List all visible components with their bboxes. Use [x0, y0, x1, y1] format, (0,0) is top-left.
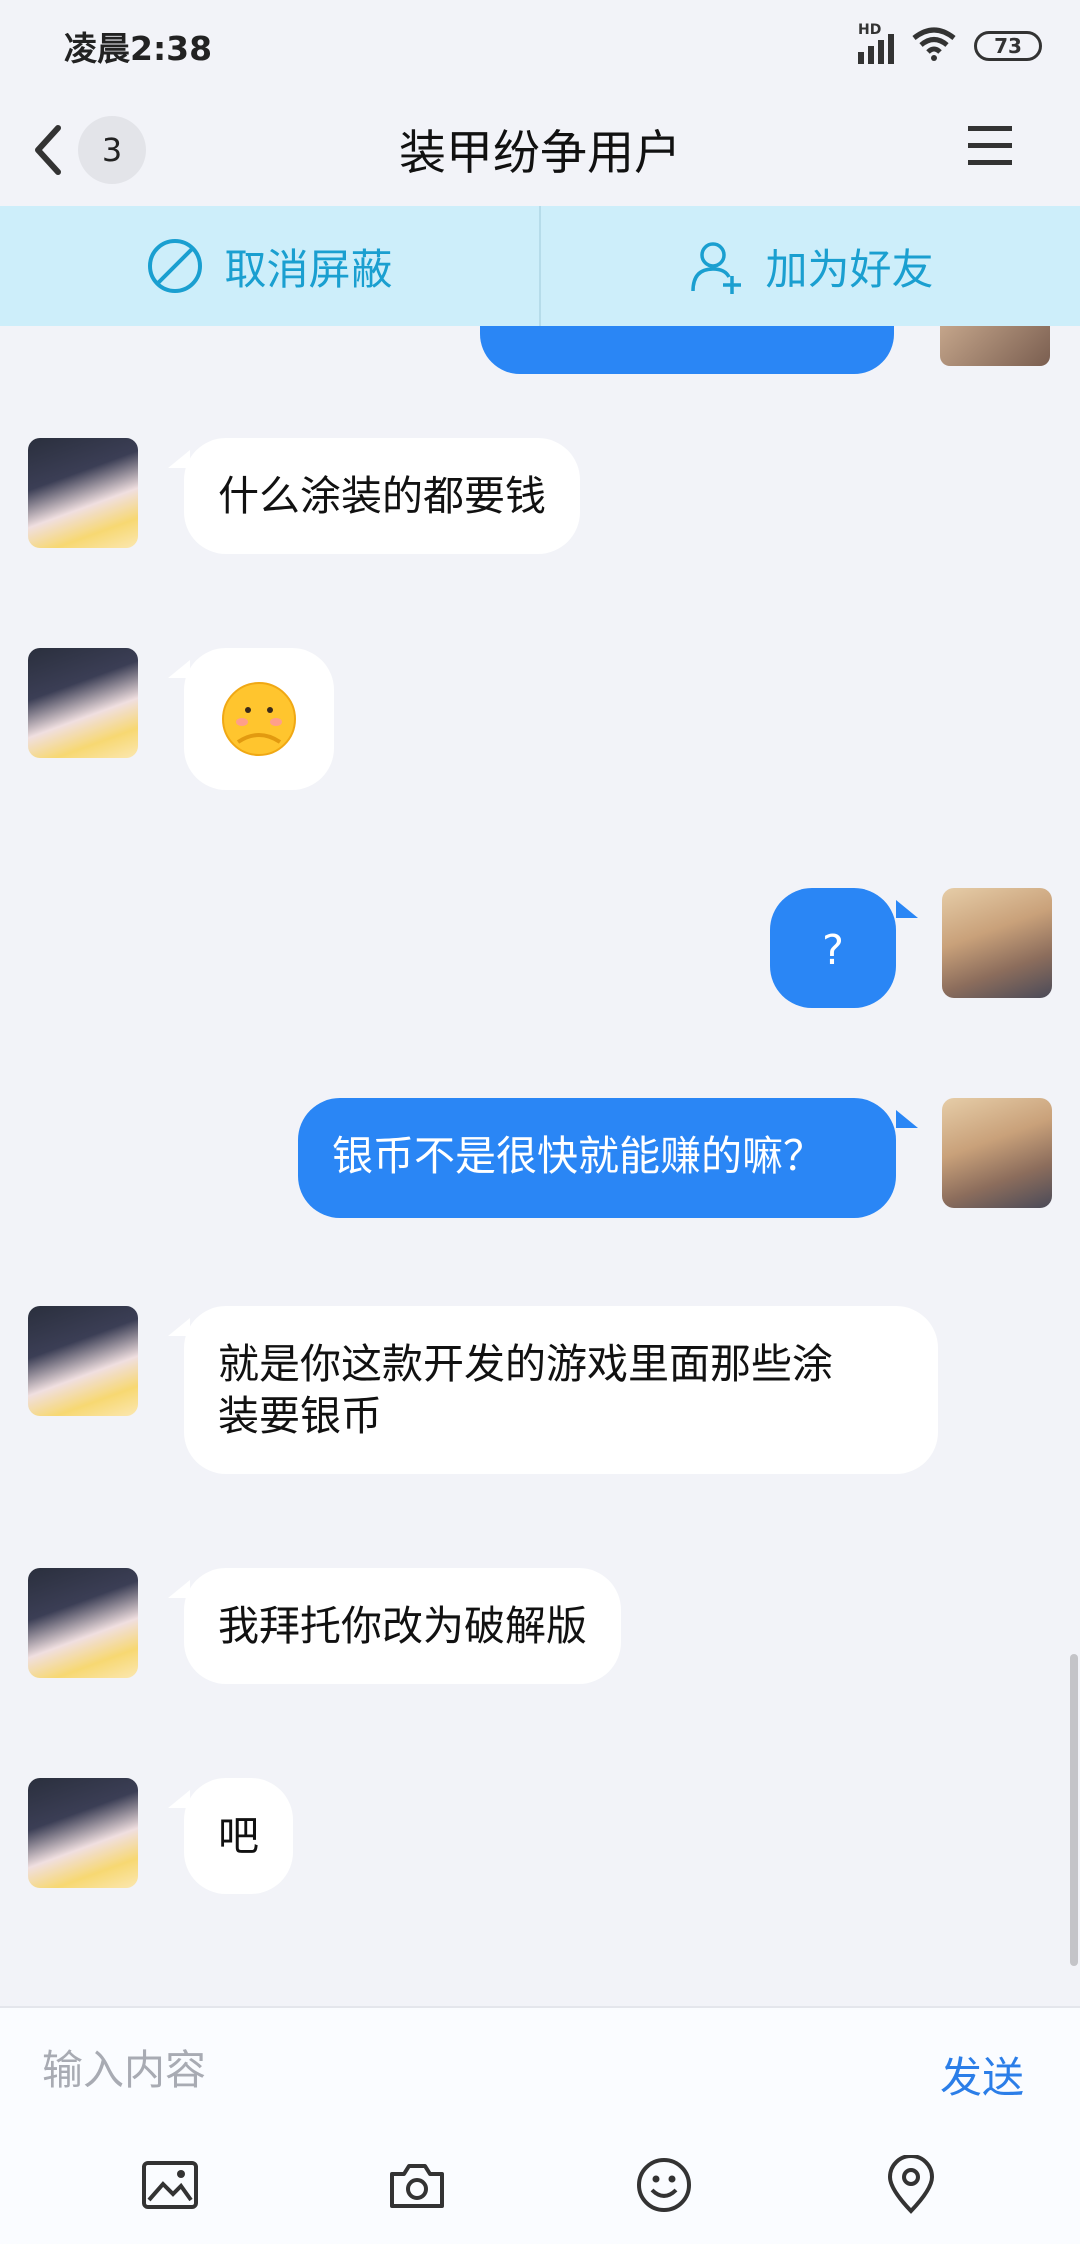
status-bar: 凌晨2:38 HD 73	[0, 0, 1080, 92]
message-text: 我拜托你改为破解版	[218, 1602, 587, 1650]
hd-label: HD	[858, 22, 882, 38]
avatar[interactable]	[28, 1778, 138, 1888]
location-button[interactable]	[881, 2155, 941, 2215]
message-text: 什么涂装的都要钱	[218, 472, 546, 520]
shy-face-emoji-icon	[222, 682, 296, 756]
message-text-line: 就是你这款开发的游戏里面那些涂	[218, 1340, 833, 1388]
scrollbar[interactable]	[1070, 1654, 1078, 1966]
message-bubble[interactable]: 就是你这款开发的游戏里面那些涂 装要银币	[184, 1306, 938, 1474]
status-time: 凌晨2:38	[64, 29, 213, 68]
message-text: 银币不是很快就能赚的嘛？	[332, 1132, 824, 1180]
add-friend-icon	[691, 242, 742, 294]
unblock-icon	[148, 239, 203, 293]
message-text: ?	[822, 926, 844, 974]
image-button[interactable]	[140, 2155, 200, 2215]
message-text-line: 装要银币	[218, 1392, 382, 1440]
camera-button[interactable]	[387, 2155, 447, 2215]
bubble-tail	[896, 1110, 918, 1128]
avatar[interactable]	[942, 888, 1052, 998]
avatar[interactable]	[28, 1306, 138, 1416]
unblock-label: 取消屏蔽	[224, 244, 393, 294]
image-icon	[141, 2161, 198, 2209]
camera-icon	[389, 2164, 444, 2208]
message-input[interactable]	[42, 2042, 862, 2098]
send-button[interactable]: 发送	[940, 2044, 1024, 2105]
emoji-icon	[636, 2158, 691, 2212]
message-bubble[interactable]: 我拜托你改为破解版	[184, 1568, 621, 1684]
battery-icon: 73	[974, 31, 1042, 61]
sticker-bubble[interactable]	[184, 648, 334, 790]
signal-icon: HD	[858, 22, 894, 64]
wifi-icon	[912, 26, 956, 66]
input-bar: 发送	[0, 2006, 1080, 2126]
page-title: 装甲纷争用户	[399, 126, 681, 181]
message-bubble[interactable]: ?	[770, 888, 896, 1008]
avatar[interactable]	[940, 326, 1050, 366]
menu-icon	[968, 126, 1012, 165]
message-text: 吧	[218, 1812, 259, 1860]
avatar[interactable]	[28, 438, 138, 548]
avatar[interactable]	[942, 1098, 1052, 1208]
add-friend-button[interactable]: 加为好友	[539, 206, 1080, 326]
avatar[interactable]	[28, 648, 138, 758]
input-toolbar	[0, 2126, 1080, 2244]
add-friend-label: 加为好友	[765, 244, 934, 294]
message-bubble[interactable]: 吧	[184, 1778, 293, 1894]
message-bubble[interactable]: 银币不是很快就能赚的嘛？	[298, 1098, 896, 1218]
message-bubble-partial	[480, 326, 894, 374]
status-icons: HD 73	[858, 22, 1042, 68]
message-bubble[interactable]: 什么涂装的都要钱	[184, 438, 580, 554]
menu-button[interactable]	[966, 122, 1014, 170]
emoji-button[interactable]	[634, 2155, 694, 2215]
avatar[interactable]	[28, 1568, 138, 1678]
location-icon	[887, 2155, 934, 2214]
action-bar: 取消屏蔽 加为好友	[0, 206, 1080, 326]
title-bar: 3 装甲纷争用户	[0, 92, 1080, 206]
chat-area[interactable]: 什么涂装的都要钱 ? 银币不是很快就能赚的嘛？ 就是你这款开发的游戏里面那些涂 …	[0, 326, 1080, 2006]
bubble-tail	[896, 900, 918, 918]
unblock-button[interactable]: 取消屏蔽	[0, 206, 539, 326]
